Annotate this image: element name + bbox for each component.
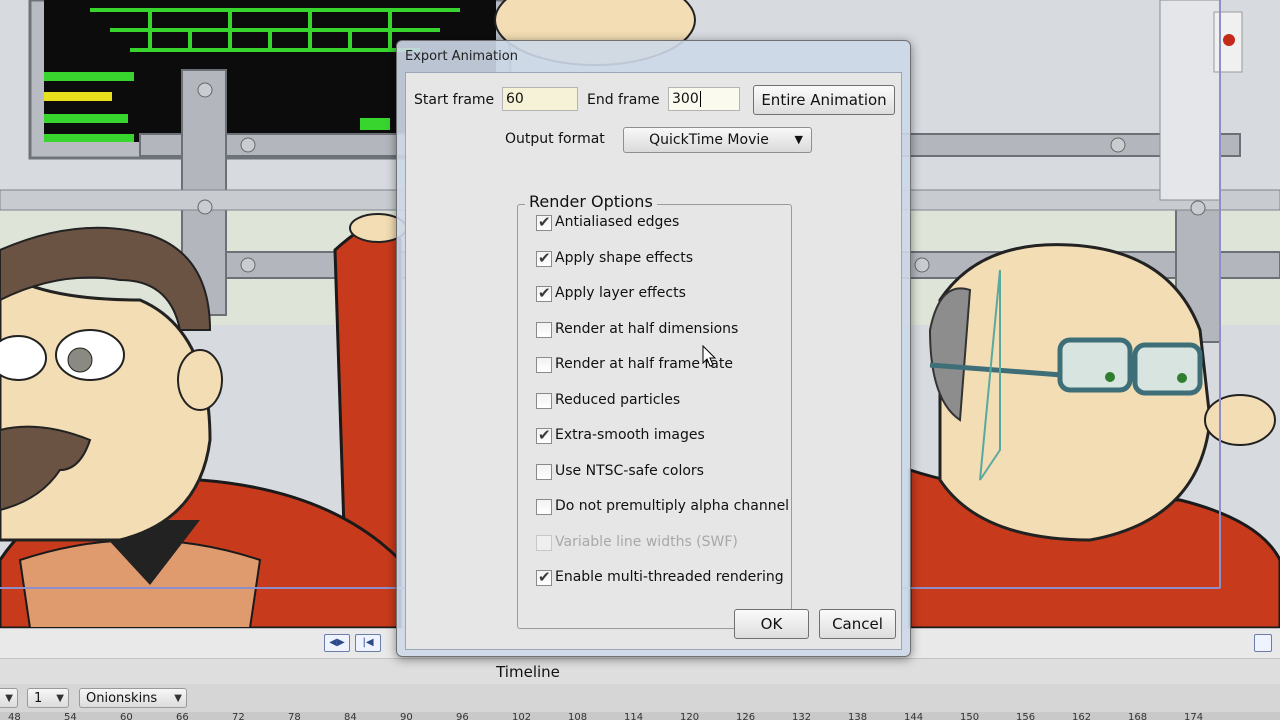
render-options-group xyxy=(517,204,792,629)
export-animation-dialog: Export Animation Start frame 60 End fram… xyxy=(396,40,911,657)
ruler-tick-label: 84 xyxy=(344,712,357,720)
checkbox[interactable] xyxy=(536,357,552,373)
timeline-controls: ▼ 1 ▼ Onionskins ▼ xyxy=(0,684,1280,712)
onion-count-dropdown[interactable]: 1 ▼ xyxy=(27,688,69,708)
dialog-title: Export Animation xyxy=(405,49,518,64)
mouse-cursor-icon xyxy=(702,345,717,367)
render-option-label: Do not premultiply alpha channel xyxy=(555,498,790,514)
ruler-tick-label: 156 xyxy=(1016,712,1036,720)
ruler-tick-label: 108 xyxy=(568,712,588,720)
rewind-start-icon[interactable]: ◀▶ xyxy=(324,634,350,652)
onionskins-dropdown[interactable]: Onionskins ▼ xyxy=(79,688,187,708)
checkbox[interactable] xyxy=(536,568,552,586)
ruler-tick-label: 102 xyxy=(512,712,532,720)
chevron-down-icon: ▼ xyxy=(5,693,13,704)
render-option-label: Apply layer effects xyxy=(555,285,686,301)
output-format-value: QuickTime Movie xyxy=(649,132,769,148)
chevron-down-icon: ▼ xyxy=(174,693,182,704)
checkbox[interactable] xyxy=(536,499,552,515)
ruler-tick-label: 66 xyxy=(176,712,189,720)
ruler-tick-label: 78 xyxy=(288,712,301,720)
ok-button[interactable]: OK xyxy=(734,609,809,639)
output-format-select[interactable]: QuickTime Movie ▼ xyxy=(623,127,812,153)
start-frame-value: 60 xyxy=(506,91,524,107)
text-caret xyxy=(699,91,701,107)
render-option-label: Extra-smooth images xyxy=(555,427,705,443)
checkbox[interactable] xyxy=(536,463,552,480)
ruler-tick-label: 96 xyxy=(456,712,469,720)
start-frame-label: Start frame xyxy=(414,92,495,108)
checkbox[interactable] xyxy=(536,426,552,444)
checkbox xyxy=(536,534,552,551)
ruler-tick-label: 168 xyxy=(1128,712,1148,720)
timeline-ruler[interactable]: 48 54 60 66 72 78 84 90 96 102 108 114 120 126 132 138 1… xyxy=(0,712,1280,720)
dialog-body: Start frame 60 End frame 300 Entire Anim… xyxy=(405,72,902,650)
ruler-tick-label: 54 xyxy=(64,712,77,720)
output-format-label: Output format xyxy=(505,131,605,147)
checkbox[interactable] xyxy=(536,249,552,267)
ruler-tick-label: 144 xyxy=(904,712,924,720)
checkbox[interactable] xyxy=(536,392,552,409)
onion-count-value: 1 xyxy=(34,691,43,706)
layout-toggle-icon[interactable] xyxy=(1254,634,1272,652)
ruler-tick-label: 174 xyxy=(1184,712,1204,720)
ruler-tick-label: 120 xyxy=(680,712,700,720)
render-option-label: Use NTSC-safe colors xyxy=(555,462,704,479)
start-frame-field[interactable]: 60 xyxy=(502,87,578,111)
ruler-tick-label: 48 xyxy=(8,712,21,720)
ruler-tick-label: 126 xyxy=(736,712,756,720)
ruler-tick-label: 60 xyxy=(120,712,133,720)
timeline-panel-header: Timeline xyxy=(0,658,1280,685)
chevron-down-icon: ▼ xyxy=(56,693,64,704)
render-option-label: Antialiased edges xyxy=(555,214,680,230)
render-option-label: Render at half dimensions xyxy=(555,320,739,337)
onionskins-label: Onionskins xyxy=(86,691,158,706)
render-option-label: Variable line widths (SWF) xyxy=(555,533,738,550)
ruler-tick-label: 114 xyxy=(624,712,644,720)
ruler-tick-label: 90 xyxy=(400,712,413,720)
checkbox[interactable] xyxy=(536,284,552,302)
checkbox[interactable] xyxy=(536,321,552,338)
cancel-button[interactable]: Cancel xyxy=(819,609,896,639)
checkbox[interactable] xyxy=(536,213,552,231)
render-option-label: Enable multi-threaded rendering xyxy=(555,569,784,585)
ruler-tick-label: 150 xyxy=(960,712,980,720)
end-frame-field[interactable]: 300 xyxy=(668,87,740,111)
end-frame-label: End frame xyxy=(587,92,660,108)
channel-dropdown[interactable]: ▼ xyxy=(0,688,18,708)
render-option-label: Reduced particles xyxy=(555,391,681,408)
end-frame-value: 300 xyxy=(672,91,699,107)
ruler-tick-label: 162 xyxy=(1072,712,1092,720)
render-option-label: Apply shape effects xyxy=(555,249,694,266)
ruler-tick-label: 138 xyxy=(848,712,868,720)
entire-animation-button[interactable]: Entire Animation xyxy=(753,85,895,115)
ruler-tick-label: 72 xyxy=(232,712,245,720)
chevron-down-icon: ▼ xyxy=(794,133,803,146)
ruler-tick-label: 132 xyxy=(792,712,812,720)
timeline-title: Timeline xyxy=(496,663,560,681)
step-back-icon[interactable]: |◀ xyxy=(355,634,381,652)
render-options-title: Render Options xyxy=(525,192,657,211)
